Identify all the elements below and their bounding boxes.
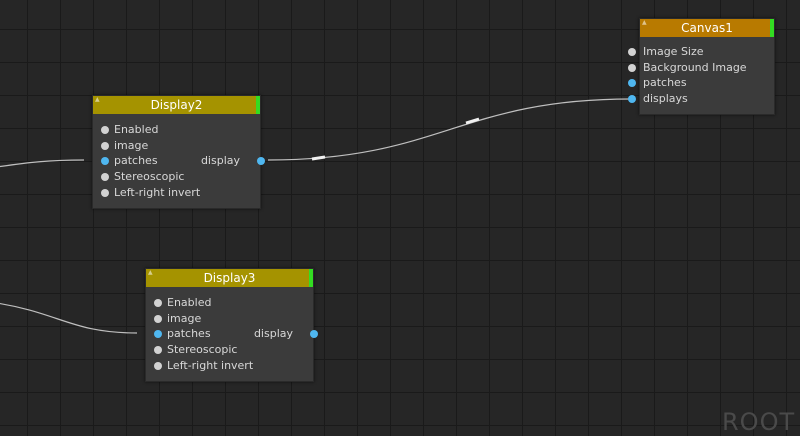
port-dot[interactable] <box>310 330 318 338</box>
collapse-icon[interactable]: ▲ <box>148 270 153 276</box>
node-header[interactable]: ▲ Display2 <box>93 96 260 114</box>
input-port-patches[interactable]: patches <box>628 75 687 91</box>
node-header[interactable]: ▲ Display3 <box>146 269 313 287</box>
input-port-patches[interactable]: patches <box>146 326 211 342</box>
port-dot[interactable] <box>101 126 109 134</box>
input-port-enabled[interactable]: Enabled <box>146 295 211 311</box>
status-indicator <box>770 19 774 37</box>
port-dot[interactable] <box>257 157 265 165</box>
port-label: display <box>253 327 293 340</box>
port-label: Enabled <box>167 296 212 309</box>
input-port-stereoscopic[interactable]: Stereoscopic <box>146 342 237 358</box>
node-header[interactable]: ▲ Canvas1 <box>640 19 774 37</box>
port-label: Background Image <box>643 61 747 74</box>
node-title: Canvas1 <box>681 21 733 35</box>
port-label: display <box>200 154 240 167</box>
port-dot[interactable] <box>628 64 636 72</box>
input-port-left-right-invert[interactable]: Left-right invert <box>146 358 253 374</box>
input-port-image[interactable]: image <box>93 138 148 154</box>
port-label: Stereoscopic <box>167 343 238 356</box>
node-display2[interactable]: ▲ Display2 Enabled image patches Stereos… <box>92 95 265 209</box>
root-label: ROOT <box>722 408 796 436</box>
port-dot[interactable] <box>101 157 109 165</box>
port-dot[interactable] <box>101 189 109 197</box>
port-label: patches <box>167 327 211 340</box>
status-indicator <box>256 96 260 114</box>
input-port-displays[interactable]: displays <box>628 91 688 107</box>
port-label: Left-right invert <box>114 186 201 199</box>
wire-in-display3-patches[interactable] <box>0 302 138 334</box>
input-port-image[interactable]: image <box>146 311 201 327</box>
port-label: image <box>114 139 149 152</box>
node-canvas1[interactable]: ▲ Canvas1 Image Size Background Image pa… <box>628 18 775 115</box>
port-dot[interactable] <box>154 330 162 338</box>
collapse-icon[interactable]: ▲ <box>642 20 647 26</box>
node-display3[interactable]: ▲ Display3 Enabled image patches Stereos… <box>145 268 318 382</box>
port-dot[interactable] <box>154 299 162 307</box>
port-dot[interactable] <box>628 95 636 103</box>
node-title: Display3 <box>203 271 256 285</box>
port-label: Left-right invert <box>167 359 254 372</box>
port-label: patches <box>643 76 687 89</box>
port-dot[interactable] <box>154 315 162 323</box>
input-port-left-right-invert[interactable]: Left-right invert <box>93 185 200 201</box>
port-label: Enabled <box>114 123 159 136</box>
node-title: Display2 <box>150 98 203 112</box>
input-port-patches[interactable]: patches <box>93 153 158 169</box>
port-dot[interactable] <box>628 79 636 87</box>
input-port-image-size[interactable]: Image Size <box>628 44 704 60</box>
input-port-background-image[interactable]: Background Image <box>628 60 747 76</box>
input-port-enabled[interactable]: Enabled <box>93 122 158 138</box>
port-label: displays <box>643 92 688 105</box>
port-dot[interactable] <box>154 346 162 354</box>
output-port-display[interactable]: display <box>200 153 265 169</box>
port-label: Image Size <box>643 45 704 58</box>
port-dot[interactable] <box>154 362 162 370</box>
input-port-stereoscopic[interactable]: Stereoscopic <box>93 169 184 185</box>
wire-marker <box>465 117 480 125</box>
collapse-icon[interactable]: ▲ <box>95 97 100 103</box>
wire-display2-to-canvas1[interactable] <box>267 98 632 161</box>
status-indicator <box>309 269 313 287</box>
port-label: patches <box>114 154 158 167</box>
port-label: Stereoscopic <box>114 170 185 183</box>
wire-in-display2-patches[interactable] <box>0 159 85 168</box>
output-port-display[interactable]: display <box>253 326 318 342</box>
port-dot[interactable] <box>101 142 109 150</box>
port-dot[interactable] <box>101 173 109 181</box>
wire-marker <box>311 155 326 161</box>
port-dot[interactable] <box>628 48 636 56</box>
port-label: image <box>167 312 202 325</box>
